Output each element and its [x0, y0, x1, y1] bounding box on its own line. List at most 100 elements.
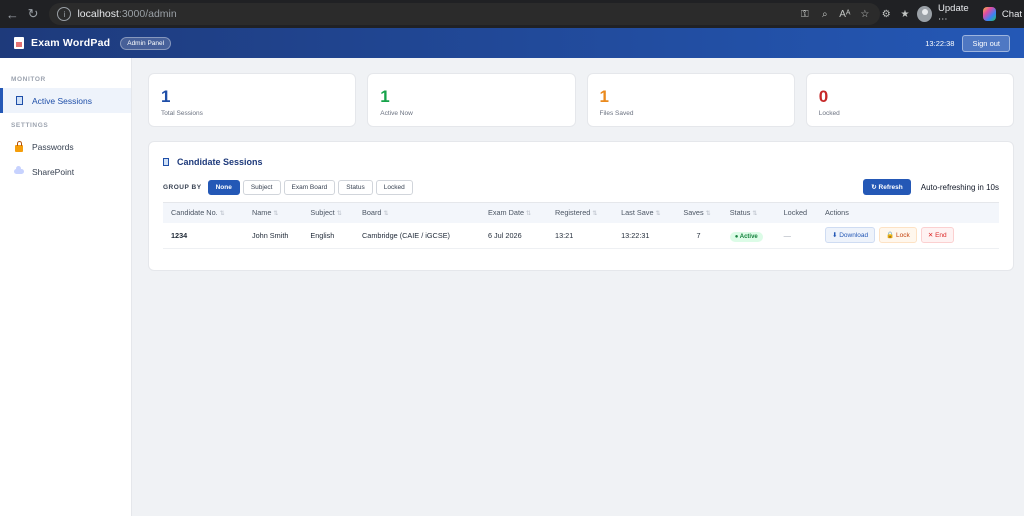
sort-icon: ⇅ [752, 211, 758, 218]
app-logo-icon [14, 37, 24, 49]
sidebar-section-settings: SETTINGS [11, 122, 49, 129]
refresh-button[interactable]: ↻ Refresh [863, 179, 911, 195]
update-button[interactable]: Update ⋯ [938, 3, 977, 25]
favorites-icon[interactable]: ★ [899, 9, 912, 20]
favorite-star-icon[interactable]: ☆ [858, 9, 872, 20]
document-icon [14, 96, 24, 106]
stat-card-active-now: 1 Active Now [367, 73, 576, 127]
group-chip-locked[interactable]: Locked [375, 179, 413, 195]
sort-icon: ⇅ [592, 211, 598, 218]
stat-label: Locked [818, 110, 840, 117]
group-chip-status[interactable]: Status [338, 179, 373, 195]
back-icon[interactable]: ← [2, 3, 23, 25]
sidebar-item-label: Passwords [32, 141, 74, 152]
cell-name: John Smith [251, 230, 289, 240]
stats-row: 1 Total Sessions 1 Active Now 1 Files Sa… [148, 73, 1014, 127]
column-header-last-save[interactable]: Last Save ⇅ [613, 203, 675, 223]
site-info-icon[interactable]: i [57, 7, 72, 21]
group-by-row: GROUP BY None Subject Exam Board Status … [163, 179, 999, 195]
sort-icon: ⇅ [526, 211, 532, 218]
column-header-candidate-no[interactable]: Candidate No. ⇅ [163, 203, 244, 223]
status-badge: ● Active [729, 231, 763, 242]
sort-icon: ⇅ [655, 211, 661, 218]
cell-saves: 7 [696, 230, 701, 240]
app-header: Exam WordPad Admin Panel 13:22:38 Sign o… [0, 28, 1024, 58]
table-row: 1234 John Smith English Cambridge (CAIE … [163, 223, 999, 249]
stat-value: 1 [161, 87, 171, 106]
column-header-registered[interactable]: Registered ⇅ [547, 203, 613, 223]
update-label: Update [938, 3, 969, 14]
sidebar-item-active-sessions[interactable]: Active Sessions [0, 88, 131, 113]
zoom-icon[interactable]: ⌕ [818, 9, 832, 20]
cell-status: ● Active [722, 223, 776, 249]
stat-value: 1 [380, 87, 390, 106]
stat-card-locked: 0 Locked [805, 73, 1014, 127]
lock-button[interactable]: 🔒 Lock [879, 227, 917, 244]
cell-exam-date: 6 Jul 2026 [487, 230, 522, 240]
sidebar: MONITOR Active Sessions SETTINGS Passwor… [0, 58, 132, 516]
stat-label: Active Now [380, 110, 413, 117]
cell-subject: English [310, 230, 335, 240]
column-header-board[interactable]: Board ⇅ [354, 203, 480, 223]
lock-icon [14, 140, 24, 152]
column-header-subject[interactable]: Subject ⇅ [302, 203, 354, 223]
stat-value: 1 [599, 87, 609, 106]
auto-refresh-text: Auto-refreshing in 10s [920, 182, 999, 192]
group-by-label: GROUP BY [163, 183, 202, 191]
cloud-icon [14, 166, 24, 177]
sidebar-item-passwords[interactable]: Passwords [0, 134, 131, 159]
group-chip-exam-board[interactable]: Exam Board [283, 179, 336, 195]
document-icon [163, 158, 169, 166]
sign-out-button[interactable]: Sign out [962, 34, 1010, 52]
sort-icon: ⇅ [219, 211, 225, 218]
sidebar-item-sharepoint[interactable]: SharePoint [0, 159, 131, 184]
address-bar[interactable]: i localhost:3000/admin ⚿ ⌕ Aᴬ ☆ [49, 3, 880, 25]
reload-icon[interactable]: ↻ [23, 3, 44, 25]
browser-toolbar: ← ↻ i localhost:3000/admin ⚿ ⌕ Aᴬ ☆ ⚙ ★ … [0, 0, 1024, 28]
key-icon[interactable]: ⚿ [798, 9, 812, 20]
column-header-exam-date[interactable]: Exam Date ⇅ [480, 203, 547, 223]
header-clock: 13:22:38 [925, 38, 955, 48]
chat-label[interactable]: Chat [1002, 9, 1022, 20]
stat-card-files-saved: 1 Files Saved [586, 73, 795, 127]
group-chip-subject[interactable]: Subject [242, 179, 281, 195]
sessions-table: Candidate No. ⇅ Name ⇅ Subject ⇅ Board ⇅ Exa… [163, 202, 999, 249]
table-header-row: Candidate No. ⇅ Name ⇅ Subject ⇅ Board ⇅ Exa… [163, 202, 999, 223]
sort-icon: ⇅ [273, 211, 279, 218]
column-header-name[interactable]: Name ⇅ [244, 203, 302, 223]
sort-icon: ⇅ [383, 211, 389, 218]
sidebar-item-label: SharePoint [32, 166, 75, 177]
locked-value: — [783, 230, 791, 240]
cell-last-save: 13:22:31 [621, 230, 650, 240]
end-session-button[interactable]: ✕ End [920, 227, 954, 244]
copilot-icon[interactable] [983, 7, 996, 21]
column-header-actions: Actions [824, 208, 849, 218]
sidebar-item-label: Active Sessions [32, 95, 92, 106]
download-button[interactable]: ⬇ Download [824, 227, 876, 244]
column-header-saves[interactable]: Saves ⇅ [675, 203, 721, 223]
candidate-sessions-panel: Candidate Sessions GROUP BY None Subject… [148, 141, 1014, 271]
url-path: :3000/admin [118, 8, 177, 20]
group-chip-none[interactable]: None [207, 179, 240, 195]
column-header-status[interactable]: Status ⇅ [722, 203, 776, 223]
stat-value: 0 [818, 87, 829, 106]
sort-icon: ⇅ [336, 211, 342, 218]
panel-title: Candidate Sessions [163, 157, 999, 167]
stat-card-total-sessions: 1 Total Sessions [148, 73, 357, 127]
cell-actions: ⬇ Download 🔒 Lock ✕ End [817, 223, 999, 249]
url-host: localhost [77, 8, 119, 20]
cell-board: Cambridge (CAIE / iGCSE) [362, 230, 450, 240]
profile-avatar[interactable] [917, 6, 933, 22]
cell-candidate-no: 1234 [171, 230, 188, 240]
read-aloud-icon[interactable]: Aᴬ [838, 9, 852, 20]
column-header-locked: Locked [783, 208, 808, 218]
sort-icon: ⇅ [705, 211, 711, 218]
stat-label: Total Sessions [161, 110, 203, 117]
cell-registered: 13:21 [555, 230, 574, 240]
app-title: Exam WordPad [31, 37, 111, 49]
extensions-icon[interactable]: ⚙ [880, 9, 893, 20]
sidebar-section-monitor: MONITOR [11, 76, 46, 83]
cell-locked: — [776, 223, 817, 249]
admin-badge: Admin Panel [120, 36, 172, 50]
panel-title-text: Candidate Sessions [177, 157, 263, 167]
